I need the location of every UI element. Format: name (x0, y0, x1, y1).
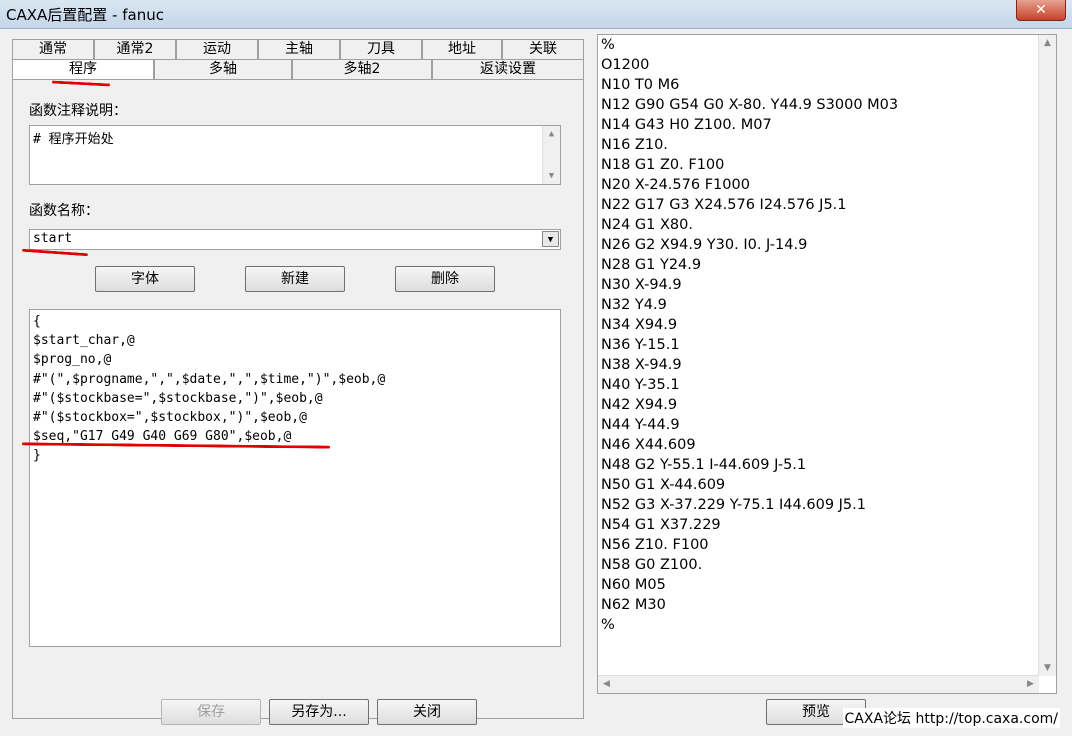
close-button[interactable]: 关闭 (377, 699, 477, 725)
code-line: #"($stockbox=",$stockbox,")",$eob,@ (33, 409, 307, 425)
function-name-combobox[interactable]: start ▼ (29, 229, 561, 250)
tab-yundong[interactable]: 运动 (176, 39, 258, 59)
nc-output-line: N52 G3 X-37.229 Y-75.1 I44.609 J5.1 (601, 497, 866, 513)
scroll-down-icon[interactable]: ▼ (1039, 660, 1056, 676)
save-as-button[interactable]: 另存为... (269, 699, 369, 725)
title-bar: CAXA后置配置 - fanuc ✕ (0, 0, 1072, 29)
nc-output-line: N10 T0 M6 (601, 77, 680, 93)
window-title: CAXA后置配置 - fanuc (6, 6, 164, 24)
nc-output-preview[interactable]: % O1200 N10 T0 M6 N12 G90 G54 G0 X-80. Y44.… (597, 34, 1057, 694)
nc-output-line: N28 G1 Y24.9 (601, 257, 702, 273)
chevron-down-icon[interactable]: ▼ (542, 231, 559, 247)
tab-fandu-shezhi[interactable]: 返读设置 (432, 59, 584, 79)
nc-output-line: O1200 (601, 57, 650, 73)
code-line: #"(",$progname,",",$date,",",$time,")",$… (33, 371, 386, 387)
scroll-up-icon[interactable]: ▲ (1039, 35, 1056, 51)
nc-output-line: N26 G2 X94.9 Y30. I0. J-14.9 (601, 237, 808, 253)
scroll-right-icon[interactable]: ▶ (1022, 676, 1039, 693)
nc-output-line: N62 M30 (601, 597, 666, 613)
nc-output-line: % (601, 617, 615, 633)
nc-output-line: N50 G1 X-44.609 (601, 477, 726, 493)
nc-output-line: N12 G90 G54 G0 X-80. Y44.9 S3000 M03 (601, 97, 899, 113)
nc-output-line: N54 G1 X37.229 (601, 517, 721, 533)
nc-output-line: N22 G17 G3 X24.576 I24.576 J5.1 (601, 197, 847, 213)
nc-output-line: N58 G0 Z100. (601, 557, 703, 573)
nc-output-line: N48 G2 Y-55.1 I-44.609 J-5.1 (601, 457, 807, 473)
tab-chengxu[interactable]: 程序 (12, 59, 154, 79)
comment-scrollbar[interactable]: ▲ ▼ (542, 126, 560, 184)
nc-output-line: N34 X94.9 (601, 317, 678, 333)
tab-zhuzhou[interactable]: 主轴 (258, 39, 340, 59)
nc-output-line: N60 M05 (601, 577, 666, 593)
function-name-label: 函数名称： (29, 203, 99, 219)
tab-tongchang[interactable]: 通常 (12, 39, 94, 59)
nc-output-line: N38 X-94.9 (601, 357, 682, 373)
watermark: CAXA论坛 http://top.caxa.com/ (842, 708, 1060, 728)
tab-row-2: 程序 多轴 多轴2 返读设置 (12, 59, 584, 79)
nc-output-line: N32 Y4.9 (601, 297, 667, 313)
scroll-down-icon[interactable]: ▼ (543, 168, 560, 184)
output-vertical-scrollbar[interactable]: ▲ ▼ (1038, 35, 1056, 676)
tab-daoju[interactable]: 刀具 (340, 39, 422, 59)
nc-output-line: N42 X94.9 (601, 397, 678, 413)
code-line: $start_char,@ (33, 333, 135, 349)
close-window-button[interactable]: ✕ (1016, 0, 1066, 21)
nc-output-line: N36 Y-15.1 (601, 337, 680, 353)
nc-output-line: N30 X-94.9 (601, 277, 682, 293)
tab-tongchang2[interactable]: 通常2 (94, 39, 176, 59)
function-name-value: start (33, 231, 73, 246)
code-line: #"($stockbase=",$stockbase,")",$eob,@ (33, 390, 323, 406)
nc-output-line: N46 X44.609 (601, 437, 696, 453)
dialog-client: 通常 通常2 运动 主轴 刀具 地址 关联 程序 多轴 多轴2 返读设置 函数注… (0, 29, 1072, 736)
tab-duozhou[interactable]: 多轴 (154, 59, 292, 79)
scroll-left-icon[interactable]: ◀ (598, 676, 615, 693)
save-button[interactable]: 保存 (161, 699, 261, 725)
nc-output-line: N16 Z10. (601, 137, 668, 153)
code-line: } (33, 448, 41, 464)
nc-output-line: N14 G43 H0 Z100. M07 (601, 117, 772, 133)
tab-guanlian[interactable]: 关联 (502, 39, 584, 59)
nc-output-line: N24 G1 X80. (601, 217, 693, 233)
nc-output-line: N56 Z10. F100 (601, 537, 709, 553)
comment-textarea[interactable]: # 程序开始处 ▲ ▼ (29, 125, 561, 185)
font-button[interactable]: 字体 (95, 266, 195, 292)
code-line: $prog_no,@ (33, 352, 112, 368)
close-icon: ✕ (1035, 2, 1047, 18)
tab-dizhi[interactable]: 地址 (422, 39, 502, 59)
nc-output-line: % (601, 37, 615, 53)
program-tab-panel: 函数注释说明： # 程序开始处 ▲ ▼ 函数名称： start ▼ 字体 新建 … (12, 79, 584, 719)
new-button[interactable]: 新建 (245, 266, 345, 292)
nc-output-line: N18 G1 Z0. F100 (601, 157, 725, 173)
code-line: { (33, 314, 41, 329)
scroll-up-icon[interactable]: ▲ (543, 126, 560, 142)
comment-label: 函数注释说明： (29, 103, 127, 119)
function-code-editor[interactable]: { $start_char,@ $prog_no,@ #"(",$prognam… (29, 309, 561, 647)
nc-output-line: N20 X-24.576 F1000 (601, 177, 750, 193)
nc-output-line: N44 Y-44.9 (601, 417, 680, 433)
nc-output-lines: % O1200 N10 T0 M6 N12 G90 G54 G0 X-80. Y44.… (598, 35, 1056, 635)
tab-duozhou2[interactable]: 多轴2 (292, 59, 432, 79)
delete-button[interactable]: 删除 (395, 266, 495, 292)
comment-text: # 程序开始处 (33, 132, 114, 147)
nc-output-line: N40 Y-35.1 (601, 377, 680, 393)
output-horizontal-scrollbar[interactable]: ◀ ▶ (598, 675, 1039, 693)
tab-row-1: 通常 通常2 运动 主轴 刀具 地址 关联 (12, 39, 584, 59)
